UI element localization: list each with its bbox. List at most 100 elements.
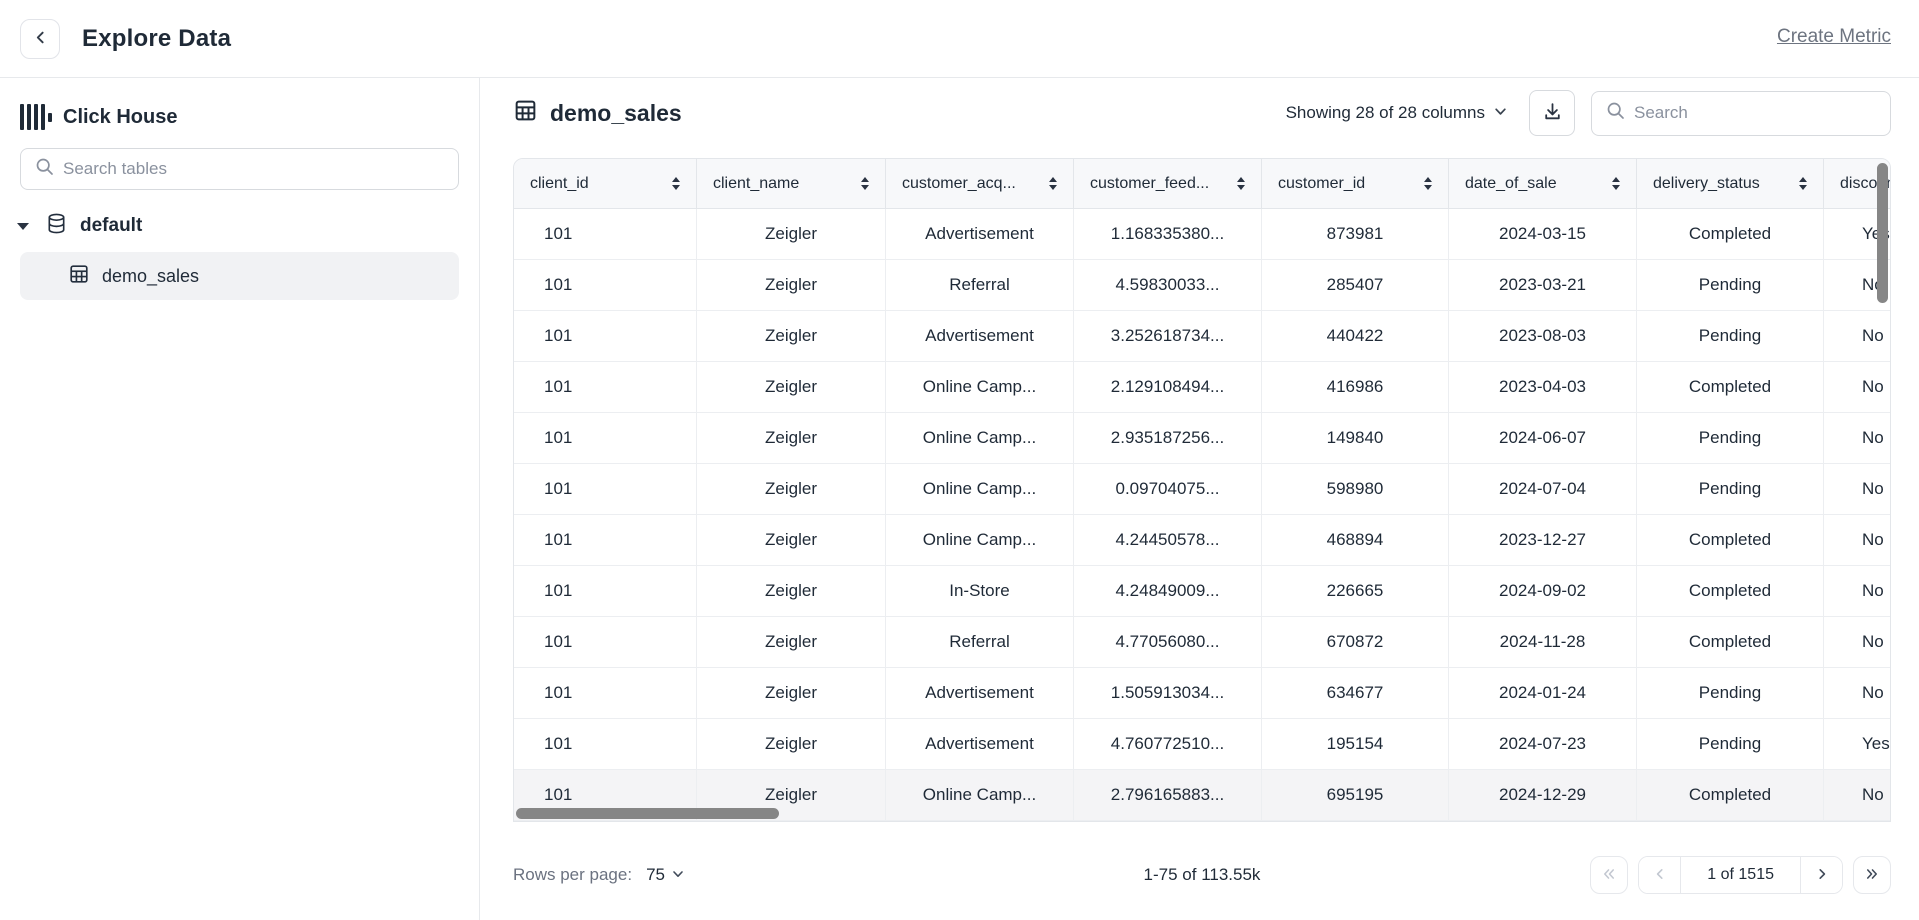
table-row[interactable]: 101ZeiglerOnline Camp...2.129108494...41… bbox=[514, 362, 1891, 413]
page-navigator: 1 of 1515 bbox=[1638, 856, 1843, 894]
table-body: 101ZeiglerAdvertisement1.168335380...873… bbox=[514, 209, 1891, 821]
pagination: 1 of 1515 bbox=[1590, 856, 1891, 894]
cell-customer_acq: Referral bbox=[886, 617, 1074, 667]
table-row[interactable]: 101ZeiglerAdvertisement3.252618734...440… bbox=[514, 311, 1891, 362]
table-row[interactable]: 101ZeiglerOnline Camp...4.24450578...468… bbox=[514, 515, 1891, 566]
cell-client_id: 101 bbox=[514, 617, 697, 667]
cell-customer_feed: 1.505913034... bbox=[1074, 668, 1262, 718]
table-row[interactable]: 101ZeiglerReferral4.77056080...670872202… bbox=[514, 617, 1891, 668]
cell-client_id: 101 bbox=[514, 719, 697, 769]
sort-icon bbox=[1237, 177, 1245, 190]
table-row[interactable]: 101ZeiglerOnline Camp...2.935187256...14… bbox=[514, 413, 1891, 464]
last-page-button[interactable] bbox=[1853, 856, 1891, 894]
table-row[interactable]: 101ZeiglerAdvertisement4.760772510...195… bbox=[514, 719, 1891, 770]
main-content: demo_sales Showing 28 of 28 columns bbox=[480, 78, 1919, 920]
cell-discount: No bbox=[1824, 311, 1891, 361]
cell-client_id: 101 bbox=[514, 209, 697, 259]
sidebar: Click House default demo_sales bbox=[0, 78, 480, 920]
column-header-label: customer_id bbox=[1278, 175, 1365, 193]
columns-summary-label: Showing 28 of 28 columns bbox=[1286, 103, 1485, 123]
cell-date_of_sale: 2023-03-21 bbox=[1449, 260, 1637, 310]
cell-client_id: 101 bbox=[514, 566, 697, 616]
previous-page-button[interactable] bbox=[1639, 857, 1681, 893]
cell-client_name: Zeigler bbox=[697, 311, 886, 361]
data-search-input[interactable] bbox=[1634, 103, 1876, 123]
table-search-input[interactable] bbox=[63, 159, 444, 179]
table-footer: Rows per page: 75 1-75 of 113.55k bbox=[513, 855, 1891, 895]
sort-icon bbox=[1424, 177, 1432, 190]
download-button[interactable] bbox=[1529, 90, 1575, 136]
first-page-button[interactable] bbox=[1590, 856, 1628, 894]
cell-discount: No bbox=[1824, 668, 1891, 718]
cell-customer_id: 195154 bbox=[1262, 719, 1449, 769]
columns-visibility-dropdown[interactable]: Showing 28 of 28 columns bbox=[1286, 103, 1507, 123]
cell-client_id: 101 bbox=[514, 464, 697, 514]
cell-customer_id: 468894 bbox=[1262, 515, 1449, 565]
cell-customer_acq: Advertisement bbox=[886, 668, 1074, 718]
cell-date_of_sale: 2024-09-02 bbox=[1449, 566, 1637, 616]
cell-client_name: Zeigler bbox=[697, 464, 886, 514]
cell-date_of_sale: 2024-03-15 bbox=[1449, 209, 1637, 259]
horizontal-scrollbar[interactable] bbox=[516, 808, 779, 819]
column-header-client_name[interactable]: client_name bbox=[697, 159, 886, 208]
cell-client_name: Zeigler bbox=[697, 515, 886, 565]
table-row[interactable]: 101ZeiglerAdvertisement1.505913034...634… bbox=[514, 668, 1891, 719]
table-header-row: client_idclient_namecustomer_acq...custo… bbox=[514, 159, 1891, 209]
cell-date_of_sale: 2023-04-03 bbox=[1449, 362, 1637, 412]
column-header-customer_acq[interactable]: customer_acq... bbox=[886, 159, 1074, 208]
cell-client_id: 101 bbox=[514, 260, 697, 310]
cell-customer_feed: 4.77056080... bbox=[1074, 617, 1262, 667]
cell-customer_acq: Online Camp... bbox=[886, 770, 1074, 820]
table-title: demo_sales bbox=[550, 100, 682, 127]
cell-delivery_status: Completed bbox=[1637, 617, 1824, 667]
chevron-left-icon bbox=[1653, 867, 1667, 884]
chevron-right-icon bbox=[1815, 867, 1829, 884]
cell-customer_feed: 4.760772510... bbox=[1074, 719, 1262, 769]
database-row-default[interactable]: default bbox=[17, 212, 479, 240]
cell-customer_feed: 4.59830033... bbox=[1074, 260, 1262, 310]
datasource-name: Click House bbox=[63, 106, 177, 129]
back-button[interactable] bbox=[20, 19, 60, 59]
download-icon bbox=[1542, 101, 1563, 125]
cell-delivery_status: Pending bbox=[1637, 719, 1824, 769]
table-row[interactable]: 101ZeiglerReferral4.59830033...285407202… bbox=[514, 260, 1891, 311]
column-header-label: client_name bbox=[713, 175, 799, 193]
caret-down-icon bbox=[17, 223, 29, 230]
cell-date_of_sale: 2024-01-24 bbox=[1449, 668, 1637, 718]
database-icon bbox=[29, 212, 68, 240]
cell-client_id: 101 bbox=[514, 515, 697, 565]
cell-discount: No bbox=[1824, 515, 1891, 565]
cell-customer_feed: 3.252618734... bbox=[1074, 311, 1262, 361]
table-row[interactable]: 101ZeiglerOnline Camp...0.09704075...598… bbox=[514, 464, 1891, 515]
column-header-label: date_of_sale bbox=[1465, 175, 1557, 193]
table-row[interactable]: 101ZeiglerAdvertisement1.168335380...873… bbox=[514, 209, 1891, 260]
create-metric-link[interactable]: Create Metric bbox=[1777, 26, 1891, 48]
clickhouse-logo-icon bbox=[20, 104, 52, 130]
cell-customer_id: 416986 bbox=[1262, 362, 1449, 412]
sidebar-item-demo-sales[interactable]: demo_sales bbox=[20, 252, 459, 300]
next-page-button[interactable] bbox=[1800, 857, 1842, 893]
cell-delivery_status: Completed bbox=[1637, 566, 1824, 616]
cell-customer_acq: Advertisement bbox=[886, 311, 1074, 361]
cell-customer_feed: 2.129108494... bbox=[1074, 362, 1262, 412]
vertical-scrollbar[interactable] bbox=[1877, 163, 1888, 303]
column-header-date_of_sale[interactable]: date_of_sale bbox=[1449, 159, 1637, 208]
column-header-client_id[interactable]: client_id bbox=[514, 159, 697, 208]
column-header-customer_feed[interactable]: customer_feed... bbox=[1074, 159, 1262, 208]
column-header-customer_id[interactable]: customer_id bbox=[1262, 159, 1449, 208]
cell-customer_feed: 0.09704075... bbox=[1074, 464, 1262, 514]
table-icon bbox=[513, 98, 538, 128]
column-header-delivery_status[interactable]: delivery_status bbox=[1637, 159, 1824, 208]
rows-per-page-select[interactable]: 75 bbox=[646, 865, 684, 885]
cell-customer_id: 634677 bbox=[1262, 668, 1449, 718]
table-row[interactable]: 101ZeiglerIn-Store4.24849009...226665202… bbox=[514, 566, 1891, 617]
column-header-label: client_id bbox=[530, 175, 589, 193]
cell-client_name: Zeigler bbox=[697, 719, 886, 769]
cell-date_of_sale: 2023-12-27 bbox=[1449, 515, 1637, 565]
chevron-down-icon bbox=[672, 865, 684, 885]
cell-date_of_sale: 2024-07-23 bbox=[1449, 719, 1637, 769]
column-header-label: delivery_status bbox=[1653, 175, 1760, 193]
rows-per-page-value: 75 bbox=[646, 865, 665, 885]
cell-client_id: 101 bbox=[514, 311, 697, 361]
chevrons-left-icon bbox=[1601, 867, 1617, 884]
